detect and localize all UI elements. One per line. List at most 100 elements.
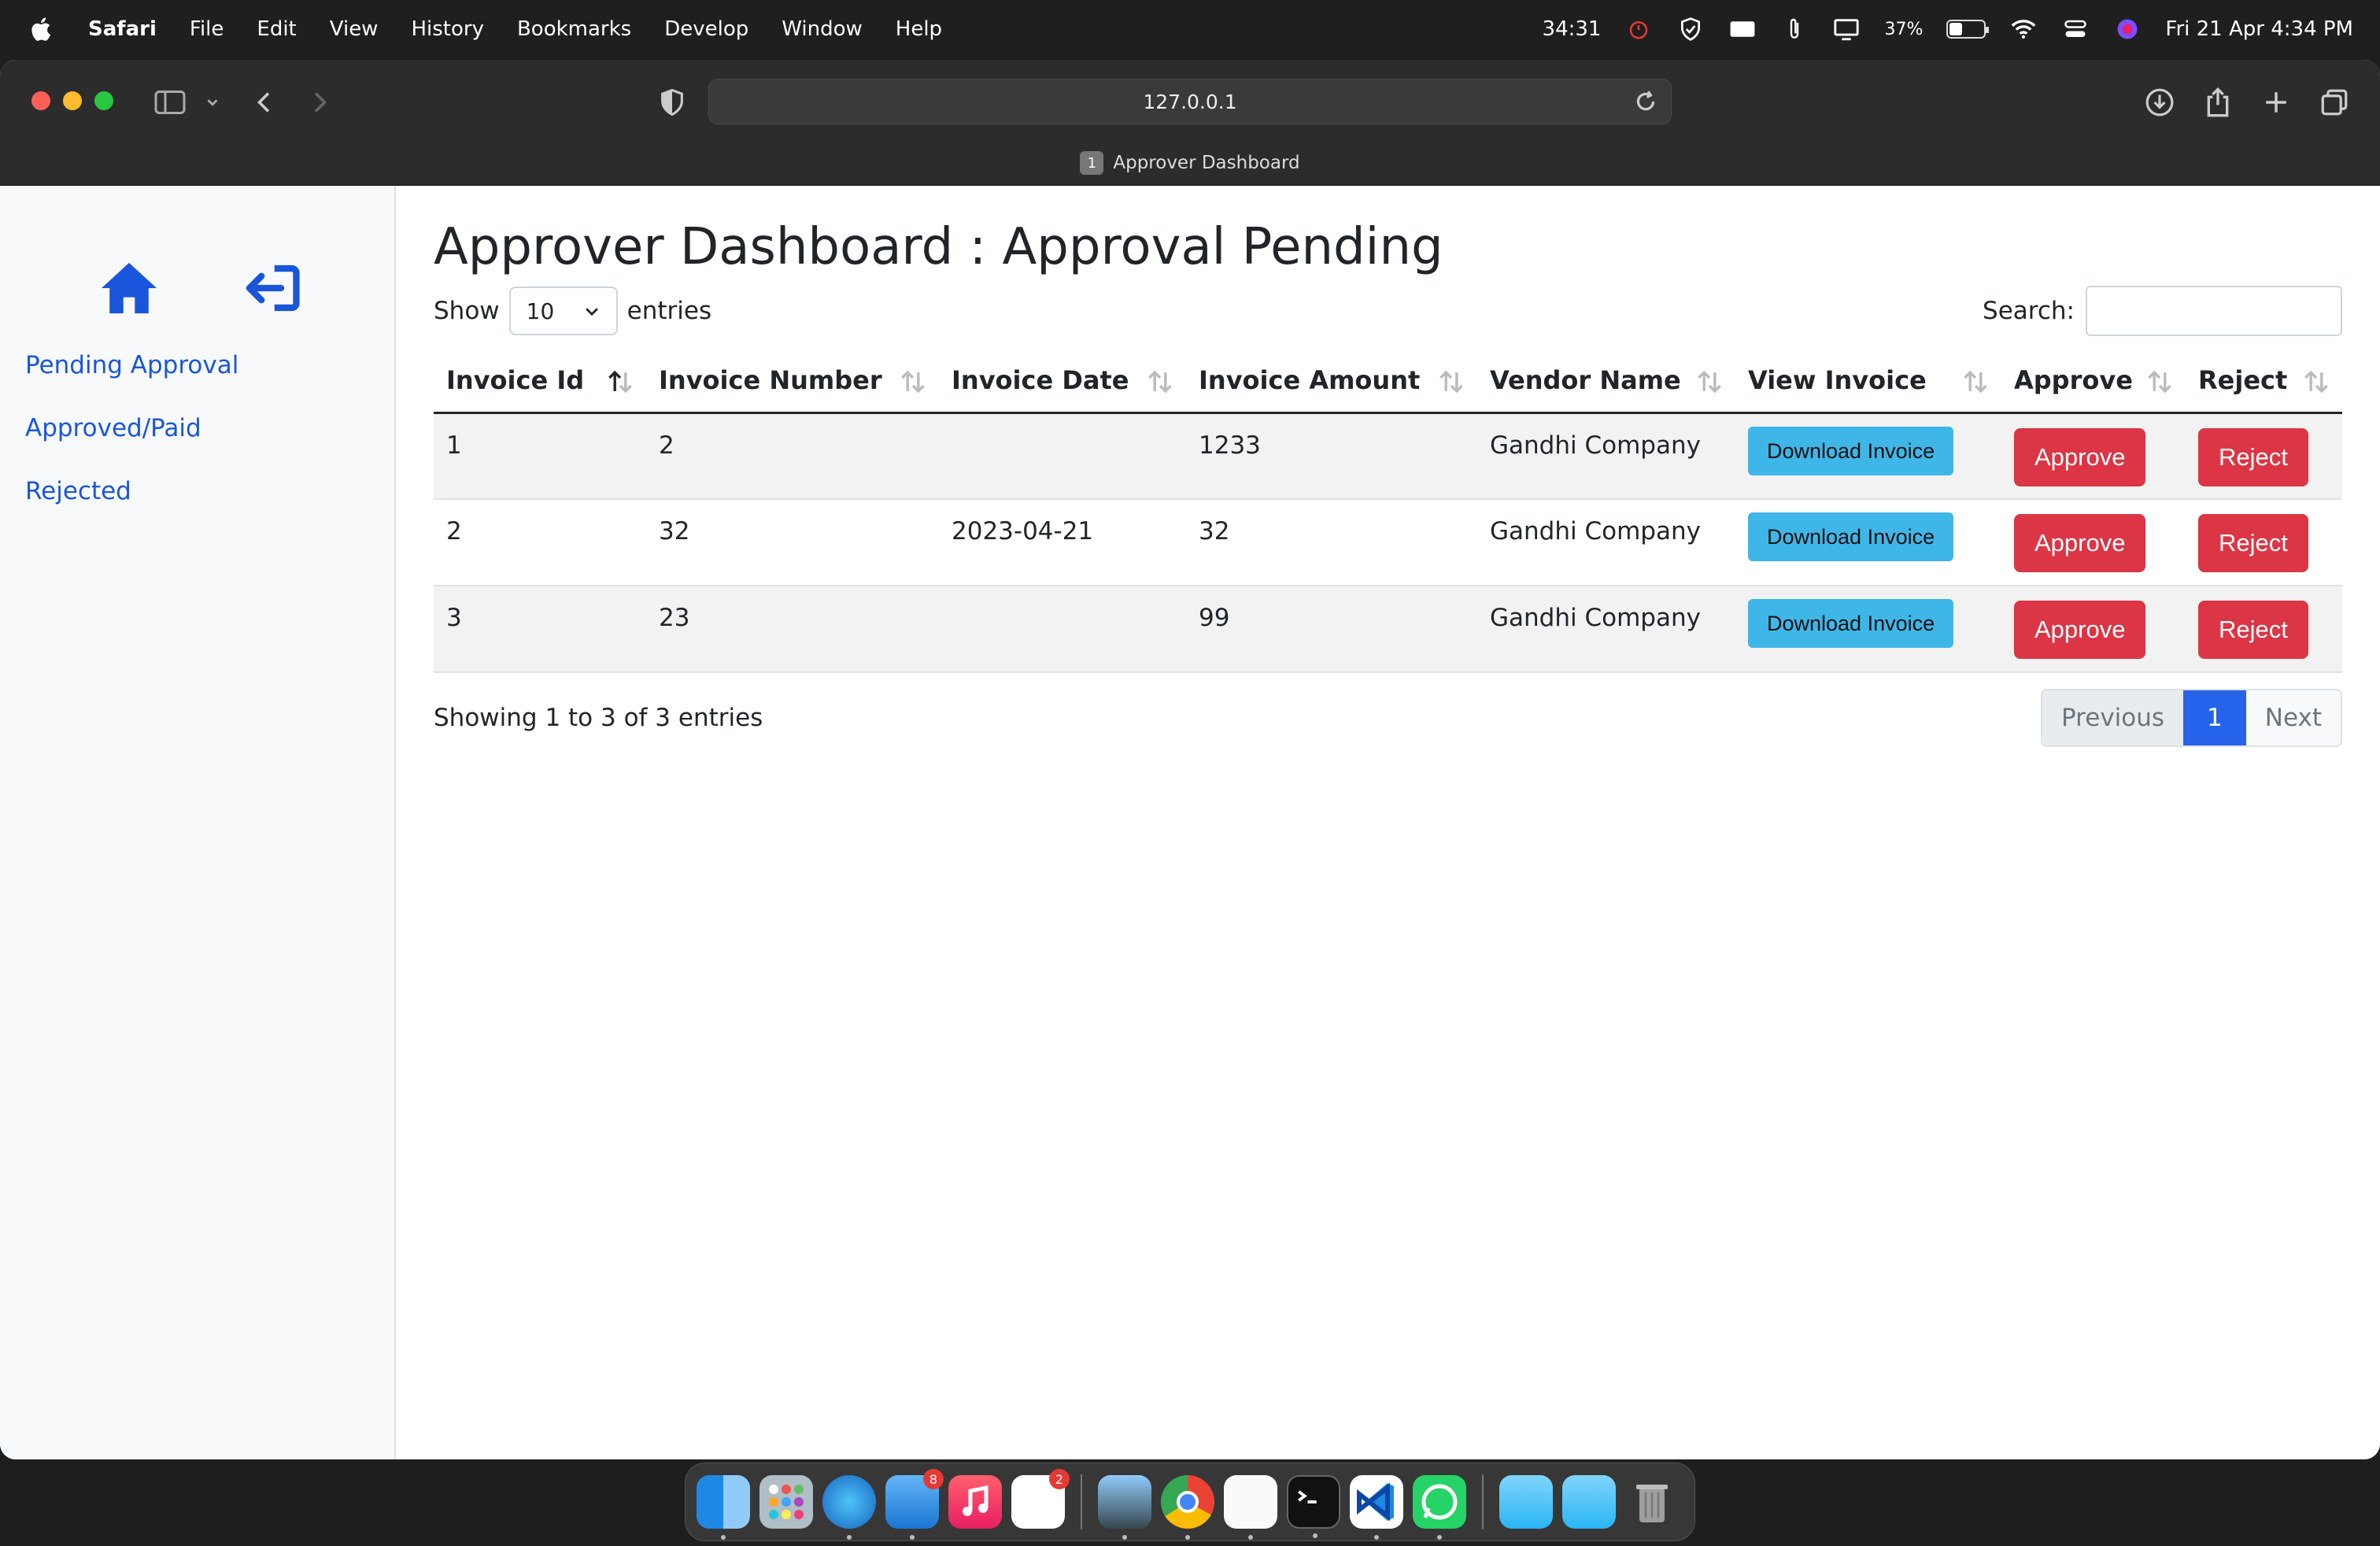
reject-button[interactable]: Reject: [2198, 514, 2308, 572]
home-icon[interactable]: [98, 257, 161, 320]
battery-icon[interactable]: [1946, 20, 1990, 39]
menu-window[interactable]: Window: [782, 17, 863, 41]
tab-overview-icon[interactable]: [2314, 82, 2355, 123]
entries-value: 10: [526, 298, 555, 324]
table-controls: Show 10 entries Search:: [434, 285, 2342, 337]
col-vendor-name[interactable]: Vendor Name: [1477, 350, 1735, 414]
reload-icon[interactable]: [1633, 89, 1658, 114]
cell-invoice-id: 2: [434, 499, 646, 586]
menu-history[interactable]: History: [411, 17, 484, 41]
menu-help[interactable]: Help: [896, 17, 942, 41]
downloads-folder-icon[interactable]: [1499, 1475, 1553, 1529]
close-button[interactable]: [31, 91, 50, 110]
cell-invoice-amount: 99: [1186, 586, 1477, 673]
col-approve[interactable]: Approve: [2001, 350, 2186, 414]
download-invoice-button[interactable]: Download Invoice: [1748, 512, 1954, 561]
paperclip-icon[interactable]: [1780, 15, 1809, 43]
share-icon[interactable]: [2197, 82, 2238, 123]
launchpad-icon[interactable]: [759, 1475, 813, 1529]
mail-icon[interactable]: 8: [885, 1469, 944, 1540]
clock-text[interactable]: Fri 21 Apr 4:34 PM: [2165, 17, 2353, 41]
folder-icon[interactable]: [1562, 1475, 1616, 1529]
back-icon[interactable]: [244, 82, 285, 123]
previous-page-button[interactable]: Previous: [2042, 690, 2184, 745]
cell-reject: Reject: [2186, 586, 2342, 673]
sort-icon: [1439, 370, 1463, 394]
vscode-icon[interactable]: [1350, 1475, 1403, 1540]
main-content: Approver Dashboard : Approval Pending Sh…: [396, 186, 2380, 1459]
cell-invoice-id: 3: [434, 586, 646, 673]
sidebar-item-approved-paid[interactable]: Approved/Paid: [25, 414, 238, 442]
timer-icon[interactable]: [1624, 15, 1653, 43]
col-invoice-date[interactable]: Invoice Date: [939, 350, 1186, 414]
table-footer: Showing 1 to 3 of 3 entries Previous 1 N…: [434, 689, 2342, 747]
status-area: 34:31 37% Fri 21 Apr 4:34 PM: [1543, 0, 2353, 58]
reject-button[interactable]: Reject: [2198, 601, 2308, 659]
menu-bar: Safari File Edit View History Bookmarks …: [0, 0, 2380, 58]
reject-button[interactable]: Reject: [2198, 427, 2308, 486]
col-invoice-amount[interactable]: Invoice Amount: [1186, 350, 1477, 414]
approve-button[interactable]: Approve: [2014, 514, 2146, 572]
download-invoice-button[interactable]: Download Invoice: [1748, 599, 1954, 648]
download-invoice-button[interactable]: Download Invoice: [1748, 426, 1954, 475]
wifi-icon[interactable]: [2009, 15, 2038, 43]
apple-icon[interactable]: [27, 14, 57, 44]
sidebar-icons: [98, 257, 304, 320]
menu-file[interactable]: File: [190, 17, 224, 41]
approve-button[interactable]: Approve: [2014, 601, 2146, 659]
control-center-icon[interactable]: [2061, 15, 2090, 43]
approve-button[interactable]: Approve: [2014, 427, 2146, 486]
safari-icon[interactable]: [822, 1475, 876, 1540]
chevron-down-icon[interactable]: [192, 82, 233, 123]
terminal-icon[interactable]: [1287, 1475, 1340, 1538]
reminders-icon[interactable]: 2: [1011, 1469, 1070, 1529]
chrome-icon[interactable]: [1161, 1475, 1214, 1540]
menu-edit[interactable]: Edit: [257, 17, 296, 41]
cell-approve: Approve: [2001, 499, 2186, 586]
sort-icon: [1964, 370, 1987, 394]
col-invoice-id[interactable]: Invoice Id: [434, 350, 646, 414]
display-icon[interactable]: [1832, 15, 1861, 43]
forward-icon[interactable]: [299, 82, 340, 123]
page-1-button[interactable]: 1: [2183, 690, 2246, 745]
menu-safari[interactable]: Safari: [88, 17, 157, 41]
siri-icon[interactable]: [2113, 15, 2142, 43]
shield-icon[interactable]: [1676, 15, 1705, 43]
sidebar-item-rejected[interactable]: Rejected: [25, 477, 238, 505]
downloads-icon[interactable]: [2139, 82, 2180, 123]
address-bar[interactable]: 127.0.0.1: [708, 79, 1672, 124]
whatsapp-icon[interactable]: [1413, 1475, 1466, 1540]
tab-title[interactable]: Approver Dashboard: [1113, 153, 1299, 173]
col-view-invoice[interactable]: View Invoice: [1735, 350, 2001, 414]
sidebar-item-pending-approval[interactable]: Pending Approval: [25, 351, 238, 379]
cell-reject: Reject: [2186, 412, 2342, 500]
privacy-shield-icon[interactable]: [652, 82, 693, 123]
logout-icon[interactable]: [241, 257, 304, 320]
cell-vendor-name: Gandhi Company: [1477, 586, 1735, 673]
cell-invoice-number: 23: [646, 586, 939, 673]
preview-icon[interactable]: [1098, 1475, 1151, 1540]
sidebar-toggle-icon[interactable]: [150, 82, 190, 123]
new-tab-icon[interactable]: [2256, 82, 2297, 123]
search-input[interactable]: [2086, 286, 2342, 336]
minimize-button[interactable]: [63, 91, 82, 110]
textedit-icon[interactable]: [1224, 1475, 1277, 1540]
col-reject[interactable]: Reject: [2186, 350, 2342, 414]
table-row: 1 2 1233 Gandhi Company Download Invoice…: [434, 412, 2342, 500]
next-page-button[interactable]: Next: [2245, 690, 2341, 745]
music-icon[interactable]: [948, 1475, 1002, 1529]
timer-text[interactable]: 34:31: [1543, 17, 1602, 41]
url-text: 127.0.0.1: [1143, 90, 1237, 113]
col-invoice-number[interactable]: Invoice Number: [646, 350, 939, 414]
trash-icon[interactable]: [1625, 1475, 1679, 1529]
menu-view[interactable]: View: [330, 17, 379, 41]
finder-icon[interactable]: [697, 1475, 750, 1540]
cell-invoice-number: 32: [646, 499, 939, 586]
cell-vendor-name: Gandhi Company: [1477, 499, 1735, 586]
zoom-button[interactable]: [94, 91, 113, 110]
menu-bookmarks[interactable]: Bookmarks: [517, 17, 631, 41]
keyboard-icon[interactable]: [1728, 15, 1757, 43]
entries-select[interactable]: 10: [508, 287, 618, 335]
menu-develop[interactable]: Develop: [664, 17, 748, 41]
sort-icon: [2304, 370, 2328, 394]
